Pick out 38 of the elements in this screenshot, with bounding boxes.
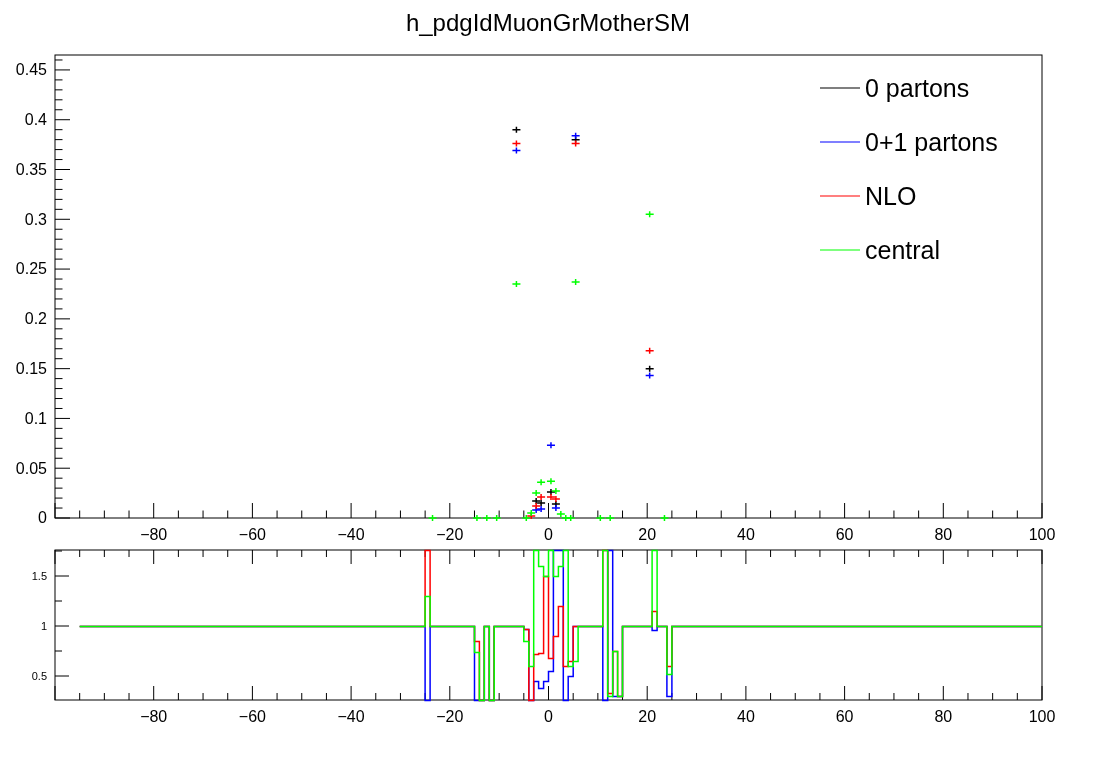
tick-label: 0.4 [24,111,47,129]
tick-label: 0.45 [15,61,47,79]
tick-label: −40 [337,708,365,725]
tick-label: 20 [638,526,657,543]
tick-label: 0.1 [24,409,47,427]
tick-label: 0.15 [15,360,47,377]
legend-label: 0 partons [865,74,970,102]
tick-label: 40 [737,526,755,543]
tick-label: 80 [934,708,953,725]
tick-label: −20 [436,708,464,725]
tick-label: 0.3 [24,210,47,228]
tick-label: −60 [238,708,266,725]
tick-label: 100 [1028,526,1056,543]
tick-label: 0.05 [15,459,47,477]
tick-label: 0.35 [15,160,47,178]
tick-label: 0.5 [31,669,47,682]
tick-label: 0 [544,526,553,543]
tick-label: 0 [544,708,553,725]
tick-label: 1.5 [31,569,47,582]
tick-label: 100 [1028,708,1056,725]
tick-label: −60 [238,526,266,543]
tick-label: −20 [436,526,464,543]
tick-label: 0.25 [15,260,47,278]
tick-label: 0.2 [24,310,47,328]
tick-label: −40 [337,526,365,543]
tick-label: 80 [934,526,953,543]
tick-label: 60 [835,526,854,543]
plot-title: h_pdgIdMuonGrMotherSM [405,8,691,38]
legend-label: central [865,236,941,264]
tick-label: −80 [140,526,168,543]
tick-label: 0 [38,509,47,527]
tick-label: 60 [835,708,854,725]
legend-label: NLO [865,182,917,210]
tick-label: 20 [638,708,657,725]
tick-label: −80 [140,708,168,725]
legend-label: 0+1 partons [865,128,998,156]
tick-label: 40 [737,708,755,725]
tick-label: 1 [40,619,47,632]
